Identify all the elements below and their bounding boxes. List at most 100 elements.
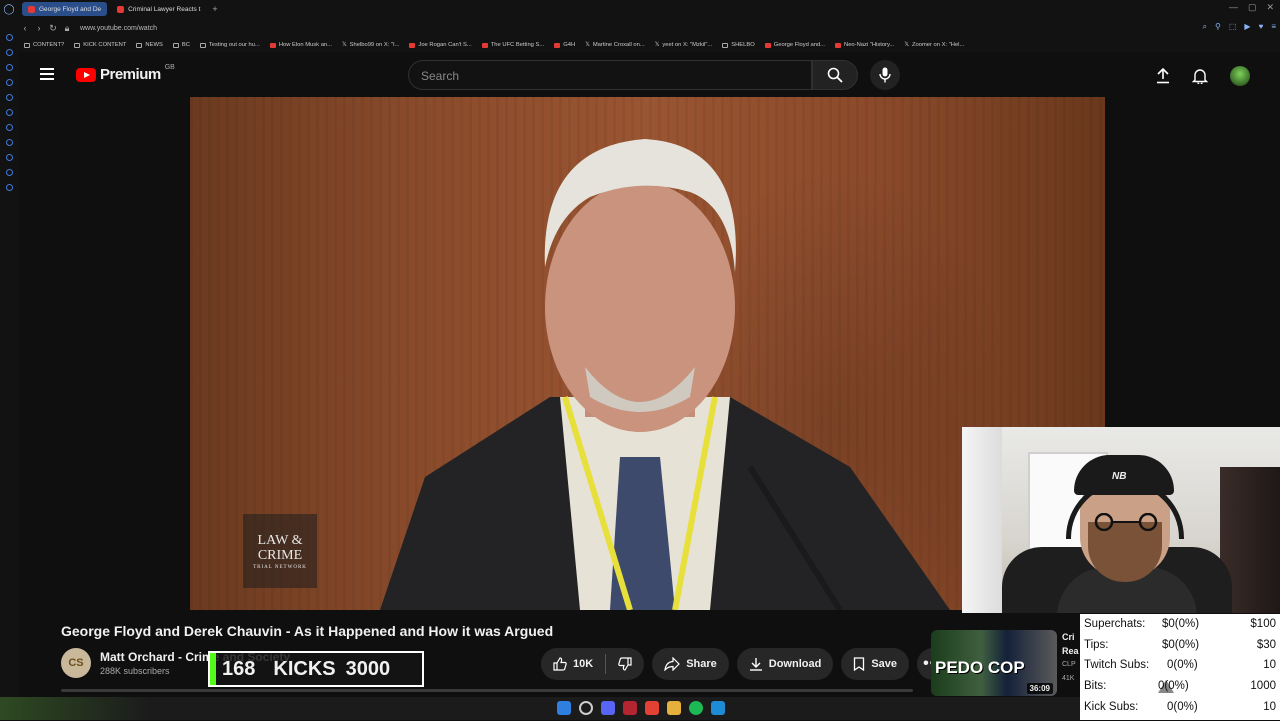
- bookmark-item[interactable]: How Elon Musk an...: [269, 42, 332, 48]
- app-icon[interactable]: [711, 701, 725, 715]
- youtube-play-icon: [76, 67, 96, 82]
- youtube-favicon-icon: [28, 5, 35, 13]
- new-tab-icon[interactable]: +: [212, 4, 217, 14]
- bookmark-item[interactable]: BC: [172, 42, 190, 48]
- sidebar-app-icon[interactable]: [5, 124, 13, 131]
- screenshot-icon[interactable]: ⬚: [1229, 22, 1237, 32]
- windows-taskbar: [0, 697, 1080, 720]
- bookmark-item[interactable]: George Floyd and...: [764, 42, 825, 48]
- channel-avatar[interactable]: CS: [61, 648, 91, 678]
- sidebar-app-icon[interactable]: [5, 139, 13, 146]
- sidebar-app-icon[interactable]: [5, 49, 13, 56]
- share-button[interactable]: Share: [652, 648, 729, 680]
- bookmark-item[interactable]: 𝕏 Shelbo99 on X: "I...: [342, 42, 399, 48]
- zoom-icon[interactable]: ⌕: [1203, 22, 1207, 32]
- youtube-favicon-icon: [481, 42, 488, 48]
- window-controls: — ▢ ✕: [1229, 2, 1274, 13]
- bookmark-item[interactable]: G4H: [554, 42, 575, 48]
- recommended-title-fragment: Rea: [1062, 646, 1079, 656]
- minimize-icon[interactable]: —: [1229, 2, 1238, 13]
- bookmark-icon: [854, 657, 865, 671]
- save-button[interactable]: Save: [841, 648, 910, 680]
- folder-icon: [172, 42, 179, 48]
- play-icon[interactable]: ▶: [1244, 22, 1250, 32]
- browser-logo-icon[interactable]: ◯: [0, 4, 18, 15]
- voice-search-button[interactable]: [870, 60, 900, 90]
- bookmark-item[interactable]: Neo-Nazi "History...: [835, 42, 894, 48]
- bookmark-item[interactable]: The UFC Betting S...: [481, 42, 544, 48]
- search-button[interactable]: [812, 60, 858, 90]
- hamburger-menu-icon[interactable]: [40, 68, 54, 80]
- discord-icon[interactable]: [601, 701, 615, 715]
- microphone-icon: [879, 67, 891, 83]
- tab-inactive[interactable]: Criminal Lawyer Reacts t: [111, 2, 206, 16]
- sidebar-app-icon[interactable]: [5, 94, 13, 101]
- kicks-progress-bar: [210, 653, 216, 685]
- search-input[interactable]: [409, 61, 803, 91]
- recommended-video-info[interactable]: Cri Rea CLP 41K: [1062, 630, 1082, 686]
- streamer-webcam: NB: [962, 427, 1280, 613]
- webcam-glasses: [1094, 513, 1158, 531]
- bookmark-item[interactable]: Testing out our hu...: [199, 42, 260, 48]
- donation-row: Superchats: $0(0%) $100: [1084, 618, 1276, 630]
- notifications-bell-icon[interactable]: [1192, 68, 1208, 84]
- maximize-icon[interactable]: ▢: [1248, 2, 1257, 13]
- reload-icon[interactable]: ↻: [46, 23, 60, 34]
- recommended-views: 41K: [1062, 675, 1075, 682]
- upload-icon[interactable]: [1156, 68, 1170, 84]
- sidebar-app-icon[interactable]: [5, 109, 13, 116]
- heart-icon[interactable]: ♥: [1259, 22, 1264, 32]
- app-icon[interactable]: [623, 701, 637, 715]
- close-icon[interactable]: ✕: [1266, 2, 1274, 13]
- bookmark-item[interactable]: NEWS: [136, 42, 163, 48]
- like-button[interactable]: 10K: [541, 657, 605, 671]
- forward-icon[interactable]: ›: [32, 23, 46, 33]
- taskbar-search-icon[interactable]: [579, 701, 593, 715]
- recommended-title-fragment: Cri: [1062, 632, 1075, 642]
- bookmark-item[interactable]: 𝕏yeet on X: "Mzkil"...: [655, 42, 713, 48]
- video-actions: 10K Share Download Save •••: [541, 648, 950, 680]
- bookmark-item[interactable]: SHELBO: [722, 42, 755, 48]
- sidebar-app-icon[interactable]: [5, 34, 13, 41]
- youtube-logo[interactable]: Premium GB: [76, 64, 175, 83]
- bookmark-item[interactable]: 𝕏 Martine Croxall on...: [585, 42, 645, 48]
- bookmark-item[interactable]: 𝕏 Zoomer on X: "Hel...: [904, 42, 964, 48]
- sidebar-app-icon[interactable]: [5, 64, 13, 71]
- tab-active[interactable]: George Floyd and De: [22, 2, 108, 16]
- lock-icon: 🔒︎: [64, 22, 70, 33]
- logo-wordmark: Premium: [100, 66, 161, 83]
- back-icon[interactable]: ‹: [18, 23, 32, 33]
- account-avatar[interactable]: [1230, 66, 1250, 86]
- spotify-icon[interactable]: [689, 701, 703, 715]
- address-bar-extensions: ⌕ ⚲ ⬚ ▶ ♥ ≡: [1203, 22, 1276, 32]
- bookmark-item[interactable]: CONTENT?: [24, 42, 64, 48]
- sidebar-app-icon[interactable]: [5, 154, 13, 161]
- chrome-icon[interactable]: [645, 701, 659, 715]
- webcam-window: [962, 427, 1002, 613]
- thumbnail-text: PEDO COP: [935, 658, 1025, 677]
- donation-goals-panel: Superchats: $0(0%) $100 Tips: $0(0%) $30…: [1080, 614, 1280, 720]
- bookmark-item[interactable]: Joe Rogan Can't S...: [409, 42, 472, 48]
- url-text[interactable]: www.youtube.com/watch: [80, 25, 157, 32]
- windows-start-icon[interactable]: [557, 701, 571, 715]
- sidebar-app-icon[interactable]: [5, 169, 13, 176]
- bookmark-item[interactable]: KICK CONTENT: [74, 42, 126, 48]
- youtube-favicon-icon: [835, 42, 842, 48]
- youtube-favicon-icon: [409, 42, 416, 48]
- folder-icon: [74, 42, 81, 48]
- pin-icon[interactable]: ⚲: [1215, 22, 1221, 32]
- taskbar-widget: [0, 697, 150, 720]
- sidebar-app-icon[interactable]: [5, 184, 13, 191]
- folder-icon: [24, 42, 30, 48]
- x-icon: 𝕏: [341, 42, 347, 48]
- law-and-crime-watermark: LAW & CRIME TRIAL NETWORK: [243, 514, 317, 588]
- kicks-count: 168: [222, 657, 256, 680]
- recommended-video-thumbnail[interactable]: PEDO COP 36:09: [931, 630, 1057, 696]
- browser-sidebar: [0, 18, 18, 698]
- sidebar-app-icon[interactable]: [5, 79, 13, 86]
- file-explorer-icon[interactable]: [667, 701, 681, 715]
- menu-dots-icon[interactable]: ≡: [1271, 22, 1276, 32]
- cap-logo-icon: NB: [1112, 471, 1127, 482]
- dislike-button[interactable]: [606, 657, 644, 671]
- download-button[interactable]: Download: [736, 648, 834, 680]
